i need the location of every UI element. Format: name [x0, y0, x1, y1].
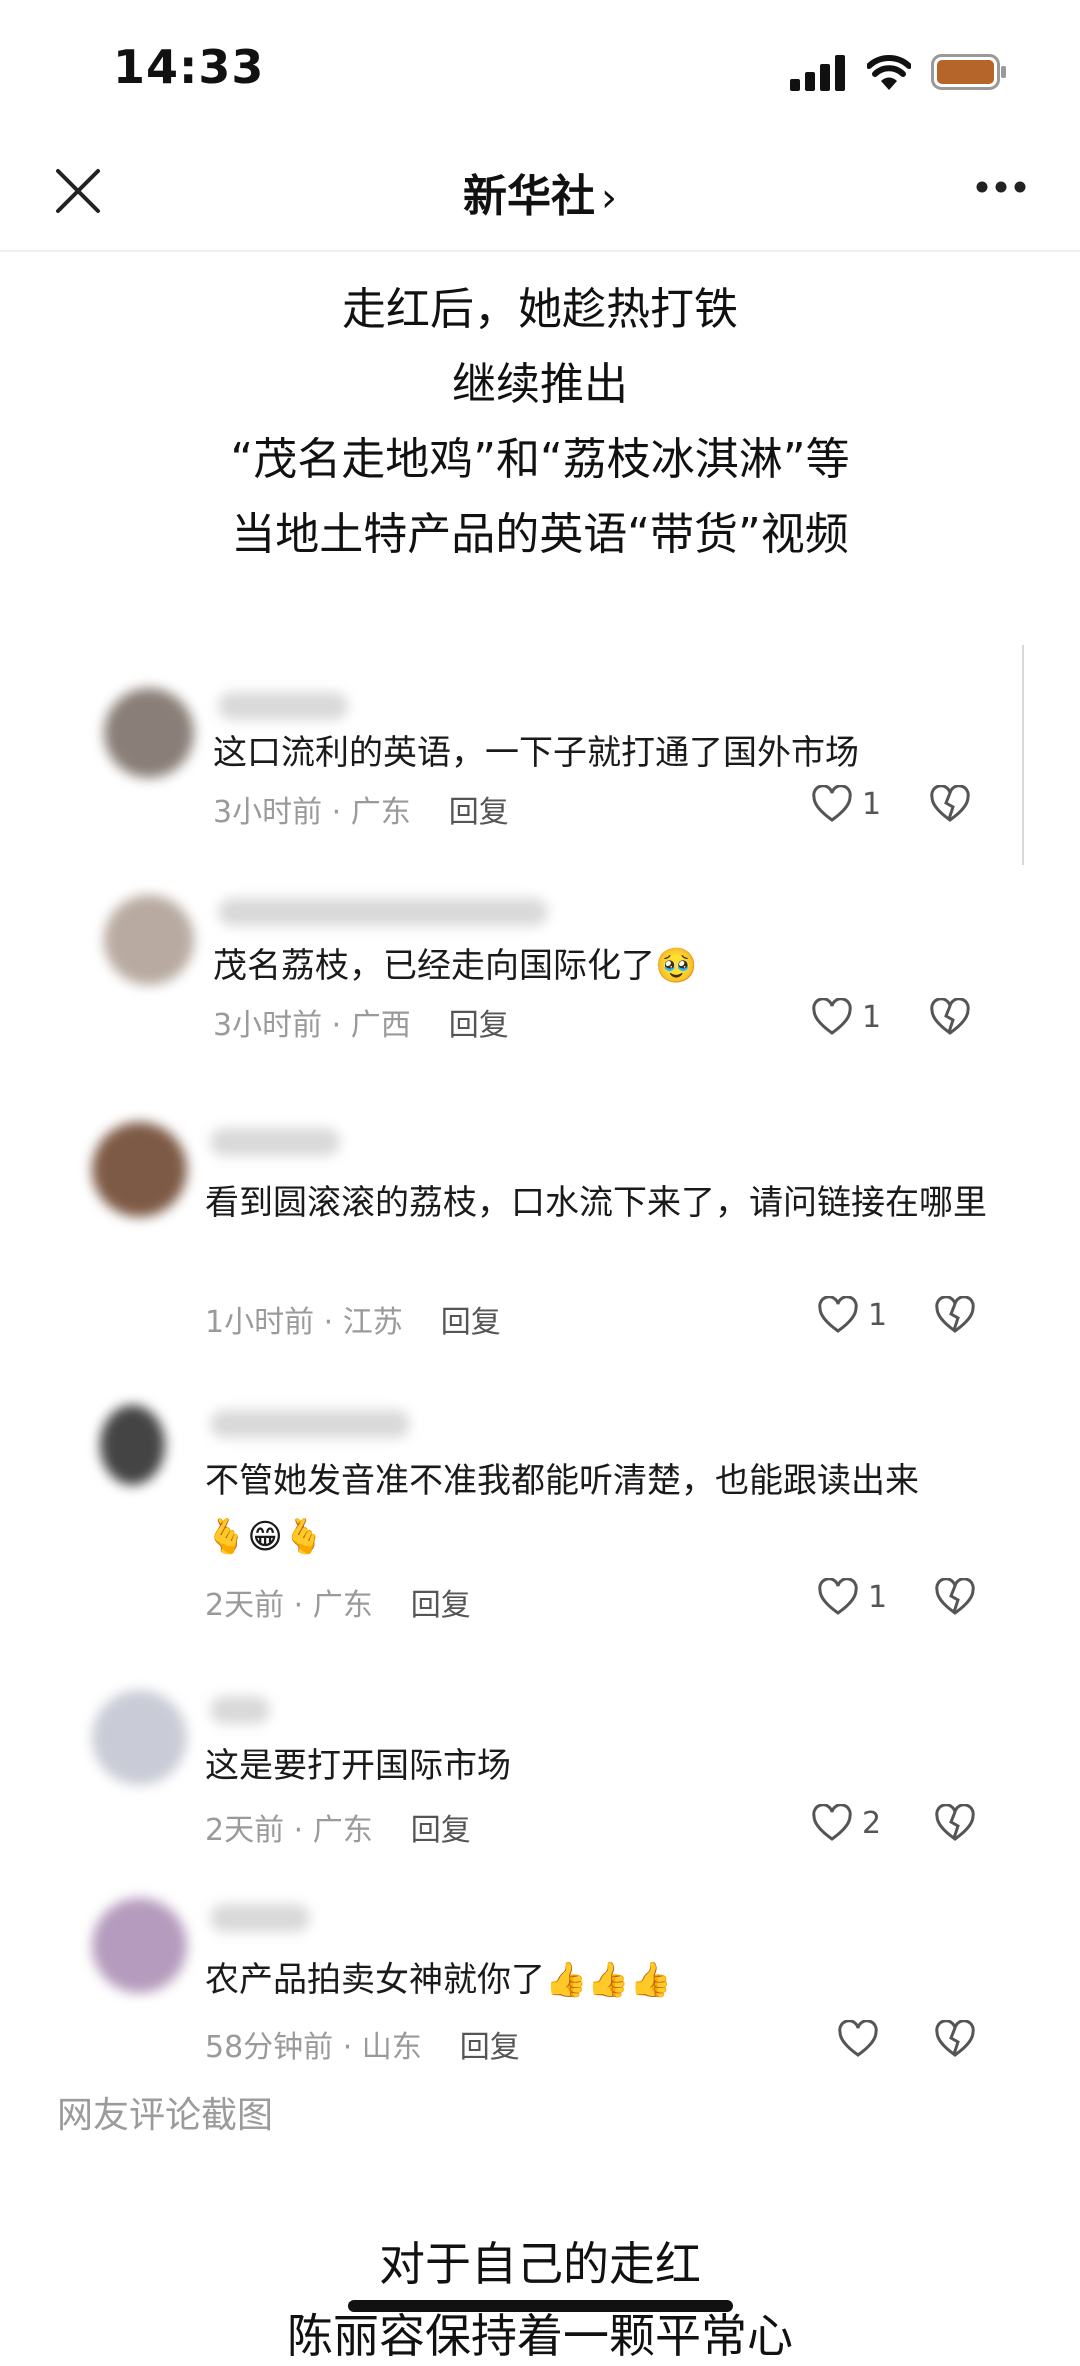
- article-headline: 走红后，她趁热打铁 继续推出 “茂名走地鸡”和“荔枝冰淇淋”等 当地土特产品的英…: [0, 272, 1080, 572]
- like-count: 1: [868, 1297, 888, 1333]
- comment-text: 这口流利的英语，一下子就打通了国外市场: [213, 733, 859, 773]
- heart-icon: [812, 1804, 852, 1841]
- reply-button[interactable]: 回复: [411, 1588, 471, 1623]
- username: [210, 1696, 270, 1724]
- dislike-button[interactable]: [930, 784, 970, 827]
- like-count: 1: [862, 999, 882, 1035]
- broken-heart-icon: [935, 1577, 975, 1615]
- headline-line: 继续推出: [452, 359, 628, 410]
- comment-meta: 3小时前 · 广东 回复: [213, 795, 509, 830]
- dislike-button[interactable]: [935, 1295, 975, 1338]
- avatar: [104, 688, 194, 778]
- wifi-icon: [867, 55, 911, 90]
- comment-body: 茂名荔枝，已经走向国际化了: [213, 946, 655, 986]
- broken-heart-icon: [935, 1803, 975, 1841]
- avatar: [92, 1690, 187, 1785]
- comment-location: 江苏: [342, 1305, 403, 1340]
- comment-meta: 2天前 · 广东 回复: [205, 1588, 471, 1623]
- comment-meta: 3小时前 · 广西 回复: [213, 1008, 509, 1043]
- emoji: 🫰😁🫰: [205, 1517, 326, 1557]
- like-button[interactable]: 2: [812, 1804, 881, 1842]
- headline-line: 当地土特产品的英语“带货”视频: [231, 509, 849, 560]
- like-button[interactable]: 1: [812, 785, 881, 823]
- headline-line: “茂名走地鸡”和“荔枝冰淇淋”等: [230, 434, 850, 485]
- comment-body: 农产品拍卖女神就你了: [205, 1960, 545, 2000]
- comment-body: 不管她发音准不准我都能听清楚，也能跟读出来: [205, 1461, 919, 1501]
- comment-meta: 58分钟前 · 山东 回复: [205, 2030, 520, 2065]
- heart-icon: [812, 785, 852, 822]
- dislike-button[interactable]: [935, 2019, 975, 2062]
- username: [210, 1904, 310, 1932]
- scrollbar: [1022, 645, 1024, 865]
- reply-button[interactable]: 回复: [449, 1008, 509, 1043]
- broken-heart-icon: [930, 997, 970, 1035]
- heart-icon: [818, 1578, 858, 1615]
- home-indicator[interactable]: [348, 2300, 733, 2312]
- comment-time: 58分钟前: [205, 2030, 334, 2065]
- comment-time: 1小时前: [205, 1305, 315, 1340]
- broken-heart-icon: [930, 784, 970, 822]
- status-time: 14:33: [113, 40, 265, 94]
- like-count: 1: [868, 1579, 888, 1615]
- image-caption: 网友评论截图: [57, 2095, 274, 2136]
- comment-meta: 2天前 · 广东 回复: [205, 1813, 471, 1848]
- username: [210, 1410, 410, 1438]
- comment-time: 2天前: [205, 1588, 285, 1623]
- comment-location: 广东: [312, 1588, 373, 1623]
- comment-text: 农产品拍卖女神就你了👍👍👍: [205, 1952, 672, 2008]
- broken-heart-icon: [935, 2019, 975, 2057]
- dislike-button[interactable]: [935, 1577, 975, 1620]
- more-icon[interactable]: [975, 180, 1027, 194]
- account-title[interactable]: 新华社 ›: [0, 160, 1080, 224]
- signal-icon: [790, 55, 845, 91]
- like-count: 2: [862, 1805, 882, 1841]
- avatar: [104, 895, 194, 985]
- dislike-button[interactable]: [935, 1803, 975, 1846]
- heart-icon: [838, 2020, 878, 2057]
- comment-location: 广东: [350, 795, 411, 830]
- like-button[interactable]: [838, 2020, 888, 2058]
- emoji: 👍👍👍: [545, 1960, 673, 2000]
- headline-line: 走红后，她趁热打铁: [342, 284, 738, 335]
- account-name[interactable]: 新华社: [463, 171, 595, 222]
- reply-button[interactable]: 回复: [441, 1305, 501, 1340]
- like-count: 1: [862, 786, 882, 822]
- username: [218, 692, 348, 720]
- username: [210, 1128, 340, 1156]
- comment-location: 广东: [312, 1813, 373, 1848]
- comment-time: 2天前: [205, 1813, 285, 1848]
- avatar: [100, 1405, 165, 1485]
- comment-text: 不管她发音准不准我都能听清楚，也能跟读出来 🫰😁🫰: [205, 1453, 995, 1565]
- emoji: 🥹: [655, 946, 698, 986]
- chevron-right-icon: ›: [601, 175, 617, 221]
- broken-heart-icon: [935, 1295, 975, 1333]
- comment-time: 3小时前: [213, 795, 323, 830]
- dislike-button[interactable]: [930, 997, 970, 1040]
- comment-location: 广西: [350, 1008, 411, 1043]
- reply-button[interactable]: 回复: [411, 1813, 471, 1848]
- comment-meta: 1小时前 · 江苏 回复: [205, 1305, 501, 1340]
- comment-text: 茂名荔枝，已经走向国际化了🥹: [213, 938, 697, 994]
- comment-text: 这是要打开国际市场: [205, 1746, 511, 1786]
- username: [218, 898, 548, 926]
- heart-icon: [812, 998, 852, 1035]
- avatar: [92, 1122, 187, 1217]
- battery-icon: [931, 54, 1006, 90]
- reply-button[interactable]: 回复: [460, 2030, 520, 2065]
- heart-icon: [818, 1296, 858, 1333]
- avatar: [92, 1898, 187, 1993]
- comment-text: 看到圆滚滚的荔枝，口水流下来了，请问链接在哪里: [205, 1183, 987, 1223]
- comment-location: 山东: [361, 2030, 422, 2065]
- like-button[interactable]: 1: [818, 1578, 887, 1616]
- article-paragraph: 对于自己的走红: [379, 2237, 701, 2291]
- reply-button[interactable]: 回复: [449, 795, 509, 830]
- like-button[interactable]: 1: [818, 1296, 887, 1334]
- comment-time: 3小时前: [213, 1008, 323, 1043]
- like-button[interactable]: 1: [812, 998, 881, 1036]
